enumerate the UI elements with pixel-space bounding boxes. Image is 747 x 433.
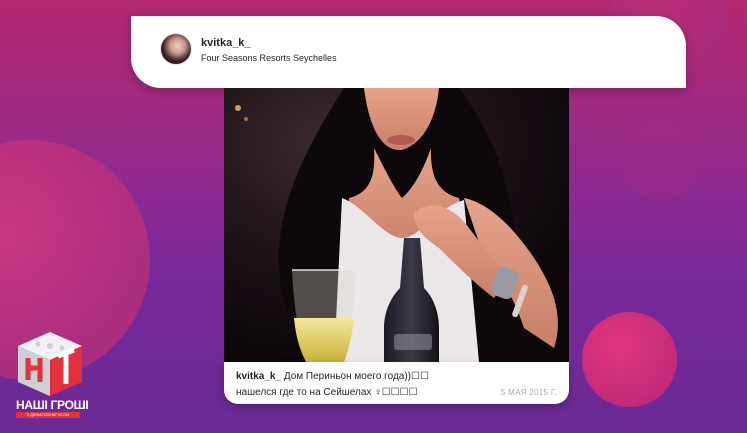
channel-logo-tagline: З ДЕНИСОМ БІГУСОМ (16, 412, 80, 418)
channel-logo-name: НАШІ ГРОШІ (16, 398, 89, 412)
caption-text-line1: Дом Периньон моего года))☐☐ (283, 371, 429, 382)
post-header-card: kvitka_k_ Four Seasons Resorts Seychelle… (131, 16, 686, 88)
post-photo (224, 88, 569, 362)
post-date: 5 МАЯ 2015 Г. (500, 388, 557, 397)
caption-username[interactable]: kvitka_k_ (236, 371, 281, 382)
post-username[interactable]: kvitka_k_ (201, 37, 251, 49)
avatar[interactable] (160, 33, 192, 65)
caption-text: kvitka_k_ Дом Периньон моего года))☐☐ (236, 371, 429, 382)
post-caption-card: kvitka_k_ Дом Периньон моего года))☐☐ на… (224, 362, 569, 404)
caption-text-line2: нашелся где то на Сейшелах ♀☐☐☐☐ (236, 387, 418, 398)
decorative-circle (620, 120, 700, 200)
decorative-circle (582, 312, 677, 407)
post-location[interactable]: Four Seasons Resorts Seychelles (201, 53, 337, 63)
